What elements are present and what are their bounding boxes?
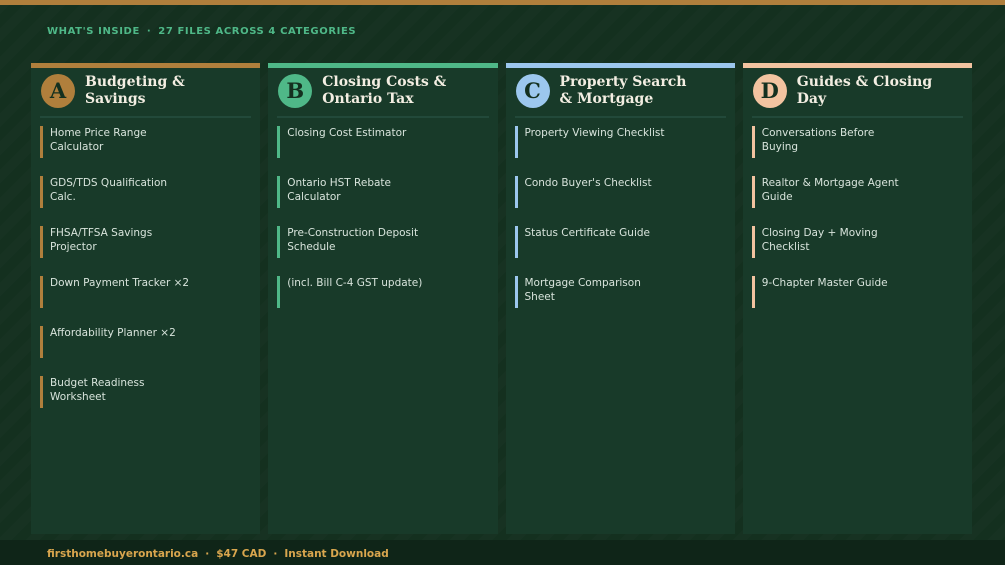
footer-bar: firsthomebuyerontario.ca · $47 CAD · Instant…	[0, 540, 1005, 565]
category-card-d: D Guides & Closing Day Conversations Befor…	[742, 63, 972, 534]
category-title: Budgeting & Savings	[85, 73, 185, 107]
file-list-item: Mortgage Comparison Sheet	[514, 276, 726, 326]
category-columns: A Budgeting & Savings Home Price Range Cal…	[31, 63, 972, 534]
item-accent-bar	[514, 276, 518, 308]
item-accent-bar	[277, 126, 281, 158]
category-header: A Budgeting & Savings	[40, 68, 252, 118]
file-name: Home Price Range Calculator	[50, 127, 147, 153]
file-name: FHSA/TFSA Savings Projector	[50, 227, 153, 253]
item-accent-bar	[40, 226, 43, 258]
file-name: Mortgage Comparison Sheet	[524, 277, 641, 303]
file-list-item: Closing Cost Estimator	[277, 126, 488, 176]
file-name: 9-Chapter Master Guide	[761, 277, 888, 289]
file-name: Realtor & Mortgage Agent Guide	[761, 177, 899, 203]
file-list-item: Status Certificate Guide	[514, 226, 726, 276]
file-list-item: GDS/TDS Qualification Calc.	[40, 176, 251, 226]
header-summary: 27 FILES ACROSS 4 CATEGORIES	[158, 26, 357, 37]
category-title: Closing Costs & Ontario Tax	[322, 73, 447, 107]
file-list-item: Conversations Before Buying	[751, 126, 963, 176]
category-card-a: A Budgeting & Savings Home Price Range Cal…	[31, 63, 261, 534]
file-list-item: Home Price Range Calculator	[40, 126, 251, 176]
file-list-item: Ontario HST Rebate Calculator	[277, 176, 488, 226]
item-accent-bar	[40, 126, 43, 158]
item-accent-bar	[751, 226, 755, 258]
file-list-item: Down Payment Tracker ×2	[40, 276, 251, 326]
file-name: (incl. Bill C-4 GST update)	[287, 277, 423, 289]
item-accent-bar	[277, 176, 281, 208]
file-list-item: FHSA/TFSA Savings Projector	[40, 226, 251, 276]
item-accent-bar	[514, 226, 518, 258]
category-card-b: B Closing Costs & Ontario Tax Closing Cost…	[268, 63, 498, 534]
category-title: Property Search & Mortgage	[559, 73, 687, 107]
file-name: Pre-Construction Deposit Schedule	[287, 227, 419, 253]
category-header: B Closing Costs & Ontario Tax	[277, 68, 489, 118]
file-list-item: Budget Readiness Worksheet	[40, 376, 251, 426]
file-list-item: Closing Day + Moving Checklist	[751, 226, 963, 276]
category-letter-badge: C	[515, 73, 550, 108]
file-list: Home Price Range Calculator GDS/TDS Quali…	[40, 126, 251, 426]
item-accent-bar	[751, 126, 755, 158]
file-name: Affordability Planner ×2	[50, 327, 176, 339]
item-accent-bar	[514, 176, 518, 208]
file-name: GDS/TDS Qualification Calc.	[50, 177, 168, 203]
top-accent-stripe	[0, 0, 1005, 5]
file-name: Closing Cost Estimator	[287, 127, 407, 139]
file-list-item: 9-Chapter Master Guide	[751, 276, 963, 326]
category-title: Guides & Closing Day	[796, 73, 933, 107]
footer-separator: ·	[205, 548, 210, 560]
category-header: D Guides & Closing Day	[751, 68, 963, 118]
item-accent-bar	[40, 176, 43, 208]
file-list-item: Affordability Planner ×2	[40, 326, 251, 376]
item-accent-bar	[277, 276, 281, 308]
footer-site-link[interactable]: firsthomebuyerontario.ca	[47, 548, 198, 560]
item-accent-bar	[277, 226, 281, 258]
item-accent-bar	[40, 276, 43, 308]
file-name: Property Viewing Checklist	[524, 127, 665, 139]
footer-text: firsthomebuyerontario.ca · $47 CAD · Instant…	[47, 548, 389, 560]
category-header: C Property Search & Mortgage	[514, 68, 726, 118]
category-card-c: C Property Search & Mortgage Property View…	[505, 63, 735, 534]
item-accent-bar	[751, 176, 755, 208]
file-list-item: Pre-Construction Deposit Schedule	[277, 226, 488, 276]
category-letter-badge: A	[41, 73, 75, 108]
footer-price: $47 CAD	[216, 548, 267, 560]
file-name: Budget Readiness Worksheet	[50, 377, 145, 403]
file-name: Down Payment Tracker ×2	[50, 277, 190, 289]
item-accent-bar	[40, 326, 43, 358]
item-accent-bar	[40, 376, 43, 408]
file-name: Condo Buyer's Checklist	[524, 177, 652, 189]
file-name: Status Certificate Guide	[524, 227, 651, 239]
category-letter-badge: D	[752, 73, 787, 108]
file-list: Conversations Before Buying Realtor & Mor…	[751, 126, 963, 326]
item-accent-bar	[751, 276, 755, 308]
file-list: Property Viewing Checklist Condo Buyer's …	[514, 126, 726, 326]
file-name: Ontario HST Rebate Calculator	[287, 177, 391, 203]
file-list-item: (incl. Bill C-4 GST update)	[277, 276, 488, 326]
page: WHAT'S INSIDE · 27 FILES ACROSS 4 CATEGORI…	[0, 0, 1005, 565]
file-list-item: Condo Buyer's Checklist	[514, 176, 726, 226]
file-name: Conversations Before Buying	[761, 127, 875, 153]
header-label: WHAT'S INSIDE	[47, 26, 140, 37]
file-list: Closing Cost Estimator Ontario HST Rebate…	[277, 126, 488, 326]
section-header: WHAT'S INSIDE · 27 FILES ACROSS 4 CATEGORI…	[47, 26, 356, 37]
footer-separator: ·	[273, 548, 278, 560]
footer-delivery: Instant Download	[284, 548, 389, 560]
file-list-item: Realtor & Mortgage Agent Guide	[751, 176, 963, 226]
header-separator: ·	[146, 26, 152, 37]
file-list-item: Property Viewing Checklist	[514, 126, 726, 176]
category-letter-badge: B	[278, 73, 313, 108]
file-name: Closing Day + Moving Checklist	[761, 227, 878, 253]
item-accent-bar	[514, 126, 518, 158]
